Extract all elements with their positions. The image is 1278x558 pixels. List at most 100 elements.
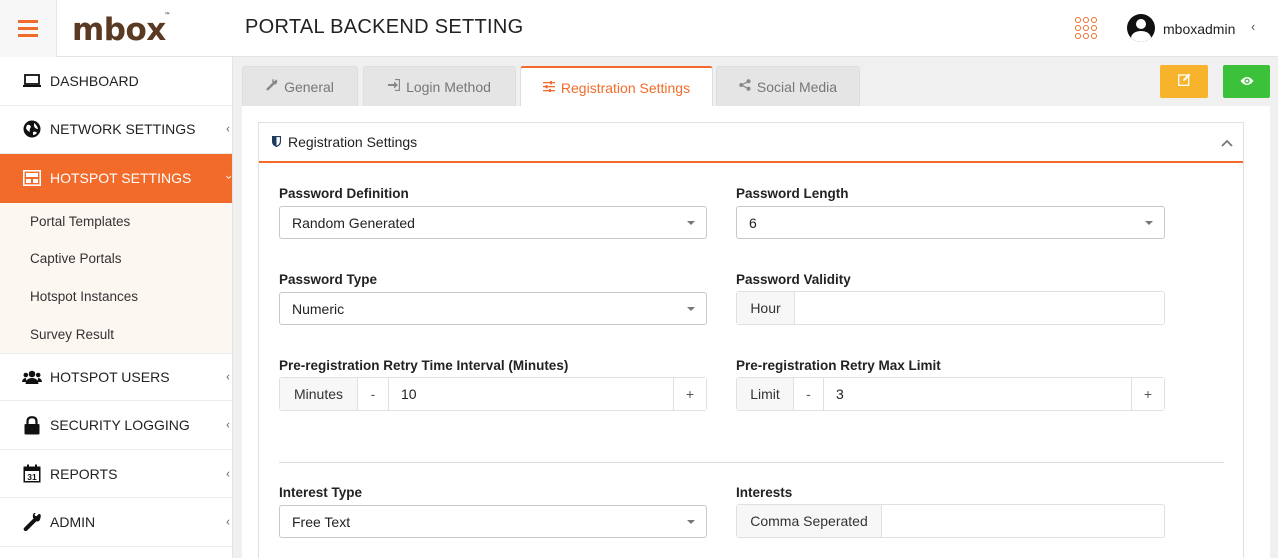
apps-grid-icon[interactable] xyxy=(1075,17,1097,39)
retry-interval-input[interactable]: 10 xyxy=(389,378,673,410)
increment-button[interactable]: + xyxy=(673,378,706,410)
user-name[interactable]: mboxadmin xyxy=(1163,21,1235,37)
panel-title: Registration Settings xyxy=(288,134,418,150)
logo-text: mbox xyxy=(72,12,166,48)
registration-settings-panel: Registration Settings Password Definitio… xyxy=(258,122,1244,558)
sidebar-item-network-settings[interactable]: NETWORK SETTINGS ‹ xyxy=(0,106,232,154)
sidebar-item-label: NETWORK SETTINGS xyxy=(50,121,196,138)
retry-max-input[interactable]: 3 xyxy=(824,378,1131,410)
sidebar-item-label: SECURITY LOGGING xyxy=(50,417,190,434)
retry-interval-label: Pre-registration Retry Time Interval (Mi… xyxy=(279,358,569,373)
lock-icon xyxy=(22,415,42,435)
tab-label: Social Media xyxy=(756,78,838,95)
tab-login-method[interactable]: Login Method xyxy=(363,66,516,106)
sidebar-item-label: REPORTS xyxy=(50,465,118,482)
password-type-select[interactable]: Numeric xyxy=(279,292,707,325)
tab-social-media[interactable]: Social Media xyxy=(716,66,860,106)
password-validity-input[interactable] xyxy=(795,292,1164,324)
section-divider xyxy=(279,462,1224,463)
tab-label: Login Method xyxy=(406,78,491,95)
submenu-item-portal-templates[interactable]: Portal Templates xyxy=(0,203,232,241)
increment-button[interactable]: + xyxy=(1131,378,1164,410)
retry-interval-stepper: Minutes - 10 + xyxy=(279,377,707,411)
edit-icon xyxy=(1177,73,1191,91)
caret-down-icon xyxy=(687,307,695,311)
eye-icon xyxy=(1240,73,1254,91)
interest-type-select[interactable]: Free Text xyxy=(279,505,707,538)
wrench-icon xyxy=(266,78,278,94)
tab-registration-settings[interactable]: Registration Settings xyxy=(520,66,713,107)
sidebar-item-hotspot-settings[interactable]: HOTSPOT SETTINGS ‹ xyxy=(0,154,235,203)
decrement-button[interactable]: - xyxy=(794,378,824,410)
shield-icon xyxy=(271,134,282,150)
sidebar: DASHBOARD NETWORK SETTINGS ‹ HOTSPOT SET… xyxy=(0,57,235,558)
tab-general[interactable]: General xyxy=(242,66,358,106)
retry-max-label: Pre-registration Retry Max Limit xyxy=(736,358,941,373)
sidebar-item-dashboard[interactable]: DASHBOARD xyxy=(0,57,232,106)
sidebar-item-label: HOTSPOT USERS xyxy=(50,369,170,386)
submenu-item-survey-result[interactable]: Survey Result xyxy=(0,315,232,353)
password-validity-group: Hour xyxy=(736,291,1165,325)
edit-button[interactable] xyxy=(1160,65,1208,98)
tab-label: General xyxy=(284,78,334,95)
sidebar-item-reports[interactable]: 31 REPORTS ‹ xyxy=(0,450,232,499)
top-header: mbox ™ PORTAL BACKEND SETTING mboxadmin ‹ xyxy=(0,0,1278,57)
hamburger-icon xyxy=(18,18,38,39)
password-definition-select[interactable]: Random Generated xyxy=(279,206,707,239)
user-menu-chevron-icon[interactable]: ‹ xyxy=(1251,19,1255,34)
calendar-icon: 31 xyxy=(22,464,42,484)
caret-down-icon xyxy=(1145,221,1153,225)
chevron-up-icon[interactable] xyxy=(1221,134,1233,150)
page-title: PORTAL BACKEND SETTING xyxy=(245,16,524,38)
sidebar-item-label: DASHBOARD xyxy=(50,72,139,89)
chevron-left-icon: ‹ xyxy=(226,369,230,384)
share-icon xyxy=(739,79,751,94)
decrement-button[interactable]: - xyxy=(358,378,389,410)
chevron-left-icon: ‹ xyxy=(226,465,230,480)
password-length-label: Password Length xyxy=(736,186,849,201)
submenu-item-captive-portals[interactable]: Captive Portals xyxy=(0,240,232,278)
chevron-down-icon: ‹ xyxy=(221,175,235,180)
preview-button[interactable] xyxy=(1223,65,1270,98)
chevron-left-icon: ‹ xyxy=(226,417,230,432)
caret-down-icon xyxy=(687,221,695,225)
tab-content: Registration Settings Password Definitio… xyxy=(242,106,1270,558)
mbox-logo[interactable]: mbox ™ xyxy=(72,12,170,48)
sidebar-item-security-logging[interactable]: SECURITY LOGGING ‹ xyxy=(0,401,232,450)
hotspot-submenu: Portal Templates Captive Portals Hotspot… xyxy=(0,202,232,353)
hour-addon: Hour xyxy=(737,292,795,324)
sidebar-item-label: ADMIN xyxy=(50,514,96,531)
globe-icon xyxy=(22,119,42,139)
sign-in-icon xyxy=(388,78,401,94)
menu-toggle-button[interactable] xyxy=(0,0,57,57)
select-value: Random Generated xyxy=(292,214,415,231)
caret-down-icon xyxy=(687,520,695,524)
sidebar-item-admin[interactable]: ADMIN ‹ xyxy=(0,498,232,547)
laptop-icon xyxy=(22,71,42,91)
chevron-left-icon: ‹ xyxy=(226,514,230,529)
hotspot-icon xyxy=(22,168,42,188)
wrench-icon xyxy=(22,512,42,532)
chevron-left-icon: ‹ xyxy=(226,121,230,136)
interests-input[interactable] xyxy=(882,505,1164,537)
select-value: Numeric xyxy=(292,300,345,317)
sidebar-item-label: HOTSPOT SETTINGS xyxy=(50,169,192,186)
tab-label: Registration Settings xyxy=(560,79,691,96)
submenu-item-hotspot-instances[interactable]: Hotspot Instances xyxy=(0,278,232,316)
password-validity-label: Password Validity xyxy=(736,272,851,287)
interests-label: Interests xyxy=(736,485,793,500)
comma-separated-addon: Comma Seperated xyxy=(737,505,882,537)
password-definition-label: Password Definition xyxy=(279,186,409,201)
interests-group: Comma Seperated xyxy=(736,504,1165,538)
svg-text:31: 31 xyxy=(27,472,37,482)
password-length-select[interactable]: 6 xyxy=(736,206,1165,239)
limit-addon: Limit xyxy=(737,378,794,410)
minutes-addon: Minutes xyxy=(280,378,358,410)
sidebar-item-hotspot-users[interactable]: HOTSPOT USERS ‹ xyxy=(0,352,232,402)
user-avatar-icon[interactable] xyxy=(1127,14,1155,42)
sliders-icon xyxy=(542,80,555,95)
password-type-label: Password Type xyxy=(279,272,378,287)
panel-header: Registration Settings xyxy=(259,123,1243,163)
select-value: 6 xyxy=(749,214,757,231)
select-value: Free Text xyxy=(292,513,351,530)
